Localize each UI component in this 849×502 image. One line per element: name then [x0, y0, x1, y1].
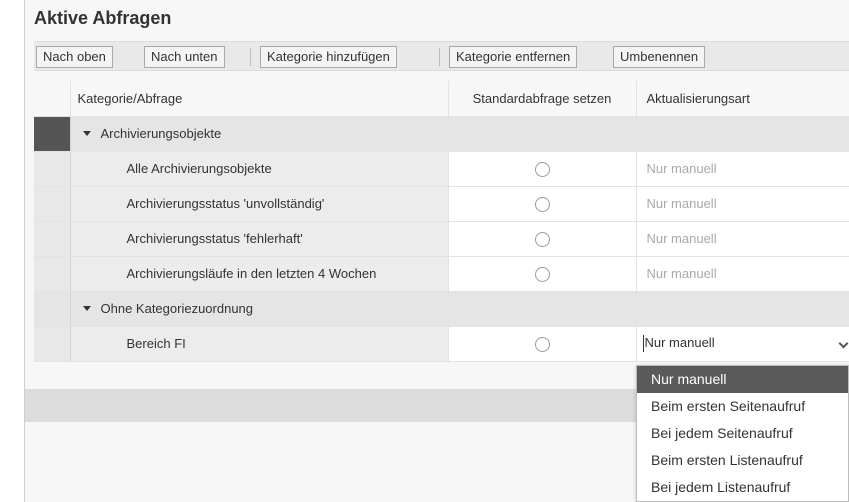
queries-table: Kategorie/Abfrage Standardabfrage setzen… — [34, 81, 849, 362]
toolbar-separator — [250, 48, 251, 66]
update-type-select[interactable]: Nur manuell — [636, 326, 849, 362]
category-cell[interactable]: Ohne Kategoriezuordnung — [70, 291, 449, 327]
rename-button[interactable]: Umbenennen — [613, 46, 706, 68]
category-row[interactable]: Archivierungsobjekte — [34, 116, 849, 152]
caret-down-icon[interactable] — [82, 131, 91, 136]
category-empty-cell — [448, 116, 637, 152]
default-query-cell — [448, 221, 637, 257]
remove-category-button[interactable]: Kategorie entfernen — [449, 46, 578, 68]
default-query-cell — [448, 326, 637, 362]
query-name: Archivierungsläufe in den letzten 4 Woch… — [70, 256, 449, 292]
caret-down-icon[interactable] — [82, 306, 91, 311]
default-query-cell — [448, 151, 637, 187]
update-type-value[interactable]: Nur manuell — [636, 221, 849, 257]
row-selector[interactable] — [34, 291, 71, 327]
dropdown-option[interactable]: Beim ersten Listenaufruf — [637, 447, 848, 474]
update-type-value[interactable]: Nur manuell — [636, 151, 849, 187]
update-type-dropdown: Nur manuell Beim ersten Seitenaufruf Bei… — [636, 365, 849, 502]
column-header-name[interactable]: Kategorie/Abfrage — [70, 81, 449, 117]
page-title: Aktive Abfragen — [34, 8, 172, 28]
toolbar-separator — [439, 48, 440, 66]
table-row[interactable]: Bereich FI Nur manuell — [34, 326, 849, 362]
column-header-update-type[interactable]: Aktualisierungsart — [636, 81, 849, 117]
query-name: Alle Archivierungsobjekte — [70, 151, 449, 187]
update-type-value[interactable]: Nur manuell — [636, 256, 849, 292]
row-selector[interactable] — [34, 151, 71, 187]
category-label: Archivierungsobjekte — [100, 126, 222, 141]
column-header-default-query[interactable]: Standardabfrage setzen — [448, 81, 637, 117]
add-category-button[interactable]: Kategorie hinzufügen — [260, 46, 397, 68]
dropdown-option[interactable]: Beim ersten Seitenaufruf — [637, 393, 848, 420]
category-empty-cell — [636, 116, 849, 152]
table-row[interactable]: Alle Archivierungsobjekte Nur manuell — [34, 151, 849, 187]
row-selector[interactable] — [34, 221, 71, 257]
table-row[interactable]: Archivierungsläufe in den letzten 4 Woch… — [34, 256, 849, 292]
row-selector[interactable] — [34, 256, 71, 292]
update-type-select-value[interactable]: Nur manuell — [642, 334, 715, 352]
category-cell[interactable]: Archivierungsobjekte — [70, 116, 449, 152]
chevron-down-icon[interactable] — [838, 338, 848, 348]
category-label: Ohne Kategoriezuordnung — [100, 301, 254, 316]
default-query-radio[interactable] — [534, 161, 550, 177]
dropdown-option[interactable]: Bei jedem Seitenaufruf — [637, 420, 848, 447]
default-query-radio[interactable] — [534, 336, 550, 352]
query-name: Archivierungsstatus 'fehlerhaft' — [70, 221, 449, 257]
query-name: Bereich FI — [70, 326, 449, 362]
table-row[interactable]: Archivierungsstatus 'unvollständig' Nur … — [34, 186, 849, 222]
row-selector[interactable] — [34, 326, 71, 362]
update-type-value[interactable]: Nur manuell — [636, 186, 849, 222]
category-empty-cell — [636, 291, 849, 327]
table-row[interactable]: Archivierungsstatus 'fehlerhaft' Nur man… — [34, 221, 849, 257]
query-name: Archivierungsstatus 'unvollständig' — [70, 186, 449, 222]
dropdown-option[interactable]: Bei jedem Listenaufruf — [637, 474, 848, 501]
category-empty-cell — [448, 291, 637, 327]
category-row[interactable]: Ohne Kategoriezuordnung — [34, 291, 849, 327]
row-selector[interactable] — [34, 186, 71, 222]
default-query-radio[interactable] — [534, 266, 550, 282]
default-query-radio[interactable] — [534, 231, 550, 247]
row-selector-header — [34, 81, 71, 117]
default-query-cell — [448, 186, 637, 222]
dropdown-option[interactable]: Nur manuell — [637, 366, 848, 393]
move-down-button[interactable]: Nach unten — [144, 46, 225, 68]
default-query-cell — [448, 256, 637, 292]
default-query-radio[interactable] — [534, 196, 550, 212]
row-selector[interactable] — [34, 116, 71, 152]
table-header-row: Kategorie/Abfrage Standardabfrage setzen… — [34, 81, 849, 117]
toolbar: Nach oben Nach unten Kategorie hinzufüge… — [34, 41, 849, 71]
move-up-button[interactable]: Nach oben — [36, 46, 113, 68]
